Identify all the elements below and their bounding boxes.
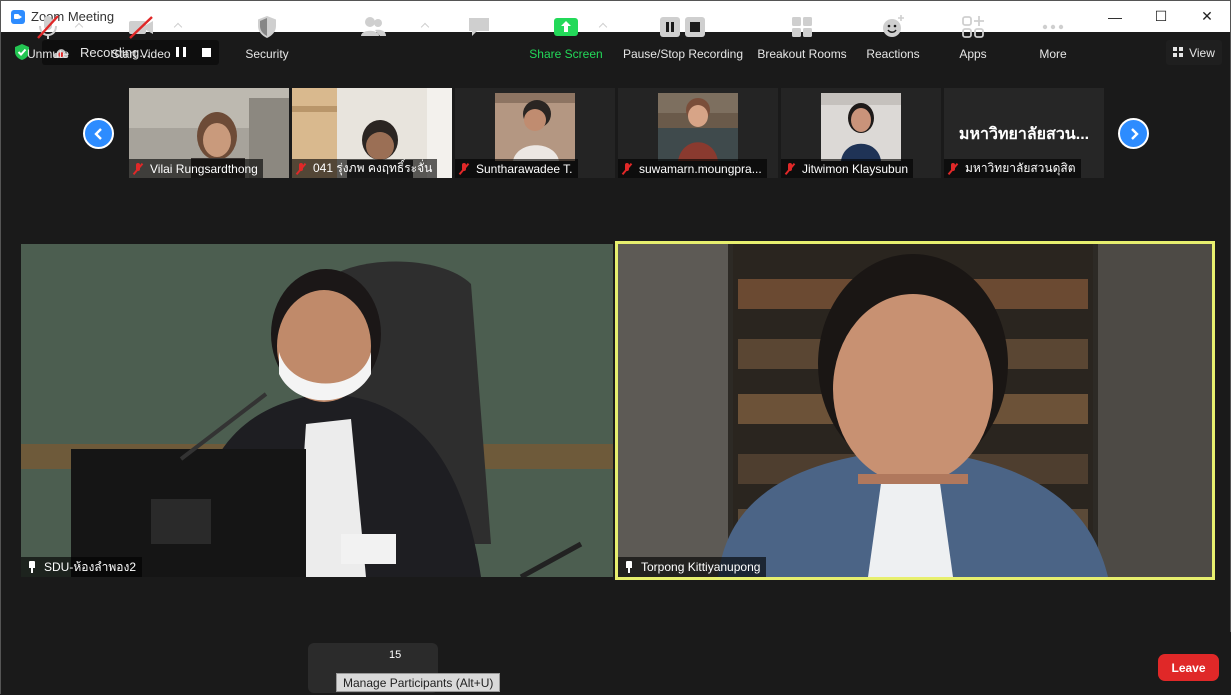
share-screen-label: Share Screen bbox=[529, 47, 603, 61]
leave-button[interactable]: Leave bbox=[1158, 654, 1219, 681]
share-options-caret[interactable] bbox=[598, 21, 608, 31]
participant-name: SDU-ห้องลำพอง2 bbox=[44, 559, 137, 574]
participants-count: 15 bbox=[389, 649, 402, 661]
mic-muted-icon bbox=[785, 162, 795, 175]
pin-icon bbox=[624, 561, 634, 573]
chat-icon bbox=[465, 13, 493, 41]
participant-name-label: suwamarn.moungpra... bbox=[618, 159, 767, 178]
unmute-label: Unmute bbox=[26, 47, 70, 61]
maximize-button[interactable]: ☐ bbox=[1138, 1, 1184, 32]
next-page-button[interactable] bbox=[1118, 118, 1149, 149]
video-off-icon bbox=[127, 13, 155, 41]
view-button[interactable]: View bbox=[1166, 40, 1222, 65]
participant-video-left[interactable]: SDU-ห้องลำพอง2 bbox=[21, 244, 613, 577]
close-button[interactable]: ✕ bbox=[1184, 1, 1230, 32]
apps-button[interactable]: Apps bbox=[953, 1, 993, 64]
participant-thumbnail[interactable]: Jitwimon Klaysubun bbox=[781, 88, 941, 178]
participant-thumbnail[interactable]: suwamarn.moungpra... bbox=[618, 88, 778, 178]
participants-icon bbox=[359, 13, 387, 41]
chevron-left-icon bbox=[93, 127, 102, 140]
pin-icon bbox=[27, 561, 37, 573]
security-button[interactable]: Security bbox=[241, 1, 293, 64]
participants-tooltip: Manage Participants (Alt+U) bbox=[336, 673, 501, 692]
reactions-button[interactable]: Reactions bbox=[863, 1, 923, 64]
more-label: More bbox=[1039, 47, 1067, 61]
participant-name-label: 041 รุ่งภพ คงฤทธิ์ระจั่น bbox=[292, 159, 438, 178]
pause-stop-recording-label: Pause/Stop Recording bbox=[622, 47, 744, 61]
active-speaker-video[interactable]: Torpong Kittiyanupong bbox=[615, 241, 1215, 580]
chevron-right-icon bbox=[1130, 127, 1139, 140]
participant-name: มหาวิทยาลัยสวนดุสิต bbox=[965, 161, 1076, 175]
start-video-label: Start Video bbox=[111, 47, 171, 61]
participant-name: Jitwimon Klaysubun bbox=[802, 161, 909, 176]
pause-stop-recording-button[interactable]: Pause/Stop Recording bbox=[621, 1, 745, 64]
participant-name: 041 รุ่งภพ คงฤทธิ์ระจั่น bbox=[313, 161, 433, 175]
participant-name-label: Suntharawadee T. bbox=[455, 159, 578, 178]
participant-name-label: SDU-ห้องลำพอง2 bbox=[21, 557, 143, 577]
participant-name-label: Jitwimon Klaysubun bbox=[781, 159, 914, 178]
breakout-rooms-icon bbox=[788, 13, 816, 41]
stop-recording-icon[interactable] bbox=[202, 48, 211, 57]
zoom-window: Zoom Meeting — ☐ ✕ Recording... View Vil… bbox=[0, 0, 1231, 695]
more-icon bbox=[1039, 13, 1067, 41]
view-label: View bbox=[1189, 45, 1215, 60]
breakout-rooms-label: Breakout Rooms bbox=[757, 47, 847, 61]
pause-stop-icon bbox=[658, 13, 708, 41]
audio-options-caret[interactable] bbox=[74, 21, 84, 31]
start-video-button[interactable]: Start Video bbox=[108, 1, 174, 64]
more-button[interactable]: More bbox=[1033, 1, 1073, 64]
unmute-button[interactable]: Unmute bbox=[21, 1, 75, 64]
minimize-button[interactable]: — bbox=[1092, 1, 1138, 32]
participant-display-name: มหาวิทยาลัยสวน... bbox=[958, 126, 1090, 143]
mic-muted-icon bbox=[133, 162, 143, 175]
participant-name: suwamarn.moungpra... bbox=[639, 161, 762, 176]
participant-thumbnail[interactable]: มหาวิทยาลัยสวน... มหาวิทยาลัยสวนดุสิต bbox=[944, 88, 1104, 178]
participant-thumbnail[interactable]: Vilai Rungsardthong bbox=[129, 88, 289, 178]
mic-muted-icon bbox=[622, 162, 632, 175]
security-label: Security bbox=[245, 47, 289, 61]
share-screen-icon bbox=[552, 13, 580, 41]
apps-label: Apps bbox=[959, 47, 987, 61]
mic-muted-icon bbox=[948, 162, 958, 175]
participants-options-caret[interactable] bbox=[420, 21, 430, 31]
participant-video bbox=[21, 244, 613, 577]
breakout-rooms-button[interactable]: Breakout Rooms bbox=[756, 1, 848, 64]
mic-muted-icon bbox=[34, 13, 62, 41]
security-shield-icon bbox=[253, 13, 281, 41]
participant-name-label: มหาวิทยาลัยสวนดุสิต bbox=[944, 159, 1081, 178]
mic-muted-icon bbox=[459, 162, 469, 175]
apps-icon bbox=[959, 13, 987, 41]
participant-name-label: Torpong Kittiyanupong bbox=[618, 557, 767, 577]
grid-view-icon bbox=[1173, 47, 1185, 58]
share-screen-button[interactable]: Share Screen bbox=[528, 1, 604, 64]
chat-button[interactable] bbox=[464, 1, 494, 64]
pause-recording-icon[interactable] bbox=[176, 47, 186, 57]
participant-name: Vilai Rungsardthong bbox=[150, 161, 258, 176]
participant-name: Suntharawadee T. bbox=[476, 161, 573, 176]
window-controls: — ☐ ✕ bbox=[1092, 1, 1230, 32]
previous-page-button[interactable] bbox=[83, 118, 114, 149]
participant-thumbnail[interactable]: 041 รุ่งภพ คงฤทธิ์ระจั่น bbox=[292, 88, 452, 178]
participant-name-label: Vilai Rungsardthong bbox=[129, 159, 263, 178]
reactions-icon bbox=[879, 13, 907, 41]
mic-muted-icon bbox=[296, 162, 306, 175]
participant-thumbnail[interactable]: Suntharawadee T. bbox=[455, 88, 615, 178]
participant-name: Torpong Kittiyanupong bbox=[641, 560, 761, 574]
participants-button[interactable] bbox=[341, 1, 405, 64]
meeting-toolbar bbox=[1, 632, 1231, 695]
video-options-caret[interactable] bbox=[173, 21, 183, 31]
participant-video bbox=[618, 244, 1212, 577]
reactions-label: Reactions bbox=[866, 47, 920, 61]
